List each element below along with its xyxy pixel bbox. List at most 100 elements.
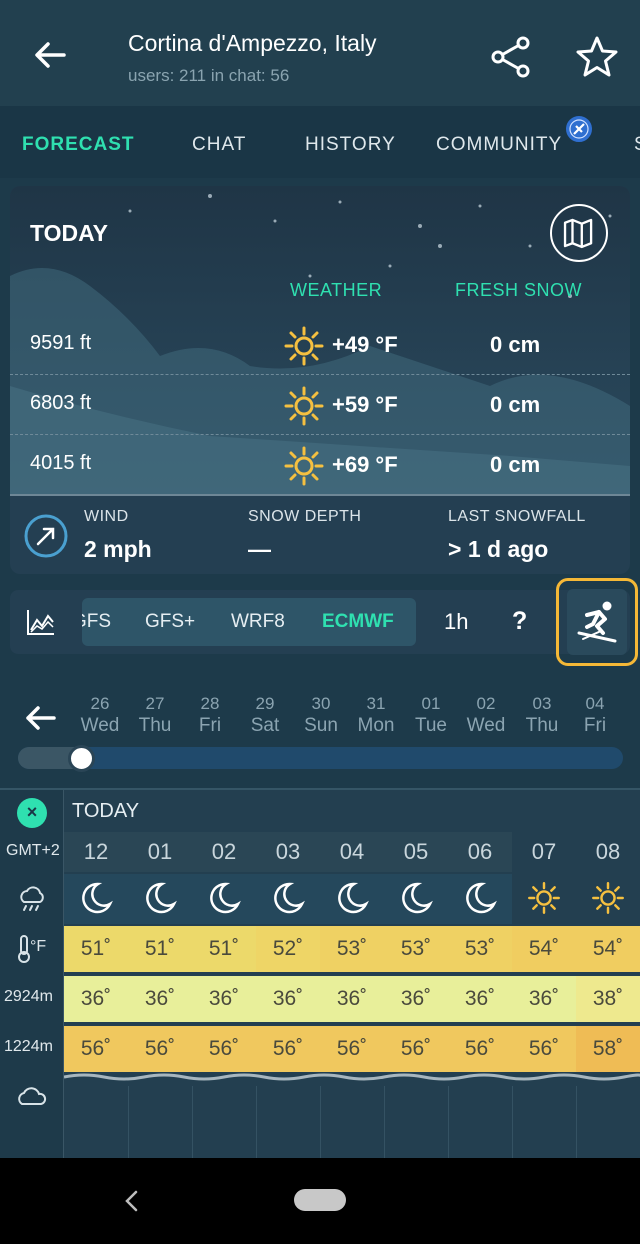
elevation-row: 9591 ft +49 °F 0 cm (10, 316, 630, 376)
elevation-row: 6803 ft +59 °F 0 cm (10, 376, 630, 436)
temperature-cell: 51˚ (192, 926, 256, 972)
grid-line (128, 1086, 129, 1160)
temperature-value: +49 °F (332, 332, 398, 357)
day-item[interactable]: 29 Sat (240, 694, 290, 737)
cloud-cover-strip (64, 1073, 640, 1081)
temperature-2924-cell: 36˚ (384, 976, 448, 1022)
hour-cell: 08 (576, 832, 640, 872)
day-item[interactable]: 04 Fri (570, 694, 620, 737)
hour-cell: 07 (512, 832, 576, 872)
table-today-label: TODAY (72, 800, 140, 822)
tab-forecast[interactable]: FORECAST (22, 134, 135, 156)
divider (10, 374, 630, 375)
wind-direction-icon (24, 514, 68, 558)
day-item[interactable]: 26 Wed (75, 694, 125, 737)
temperature-cell: 54˚ (576, 926, 640, 972)
model-wrf8[interactable]: WRF8 (231, 611, 285, 633)
system-home-pill[interactable] (294, 1189, 346, 1211)
tab-chat[interactable]: CHAT (192, 134, 246, 156)
altitude-2924-label: 2924m (4, 988, 53, 1005)
skier-icon (577, 601, 617, 643)
timeline-slider[interactable] (18, 745, 623, 772)
temperature-cell: 53˚ (384, 926, 448, 972)
today-label: TODAY (30, 220, 108, 246)
cloud-icon (18, 1087, 47, 1105)
temperature-1224-cell: 58˚ (576, 1026, 640, 1072)
moon-icon (402, 882, 433, 914)
temperature-value: +69 °F (332, 452, 398, 477)
grid-line (256, 1086, 257, 1160)
interval-button[interactable]: 1h (444, 609, 468, 635)
tab-next[interactable]: S (634, 134, 640, 156)
weather-cell (192, 874, 256, 924)
weather-cell (256, 874, 320, 924)
tab-history[interactable]: HISTORY (305, 134, 396, 156)
share-icon[interactable] (488, 34, 534, 80)
favorite-star-icon[interactable] (574, 34, 620, 80)
day-item[interactable]: 31 Mon (351, 694, 401, 737)
timeline-handle[interactable] (68, 745, 95, 772)
users-count: users: 211 in chat: 56 (128, 66, 290, 85)
model-ecmwf[interactable]: ECMWF (322, 611, 394, 633)
temperature-cell: 52˚ (256, 926, 320, 972)
tab-bar: FORECAST CHAT HISTORY COMMUNITY S (0, 106, 640, 178)
snow-depth-label: SNOW DEPTH (248, 508, 362, 525)
page-title: Cortina d'Ampezzo, Italy (128, 30, 377, 56)
divider (10, 434, 630, 435)
tab-community[interactable]: COMMUNITY (436, 134, 562, 156)
snow-depth-value: — (248, 536, 271, 562)
altitude-label: 6803 ft (30, 392, 92, 414)
grid-line (448, 1086, 449, 1160)
moon-icon (466, 882, 497, 914)
close-table-button[interactable]: × (17, 798, 47, 828)
last-snowfall-value: > 1 d ago (448, 536, 549, 562)
table-side-labels: × GMT+2 °F 2924m 1224m (0, 790, 64, 1160)
system-back-icon[interactable] (120, 1188, 144, 1214)
model-gfs[interactable]: GFS (82, 611, 111, 633)
day-item[interactable]: 02 Wed (461, 694, 511, 737)
temperature-1224-cell: 56˚ (128, 1026, 192, 1072)
temperature-2924-cell: 36˚ (256, 976, 320, 1022)
help-button[interactable]: ? (512, 607, 527, 636)
fresh-snow-value: 0 cm (490, 392, 541, 417)
hour-cell: 05 (384, 832, 448, 872)
temperature-1224-cell: 56˚ (320, 1026, 384, 1072)
hour-cell: 12 (64, 832, 128, 872)
day-item[interactable]: 28 Fri (185, 694, 235, 737)
app-header: Cortina d'Ampezzo, Italy users: 211 in c… (0, 0, 640, 106)
weather-column-header: WEATHER (290, 280, 383, 300)
elevation-row: 4015 ft +69 °F 0 cm (10, 436, 630, 496)
hour-cell: 03 (256, 832, 320, 872)
model-gfs-plus[interactable]: GFS+ (145, 611, 195, 633)
weather-type-icon (20, 886, 44, 911)
temperature-1224-cell: 56˚ (192, 1026, 256, 1072)
fresh-snow-value: 0 cm (490, 332, 541, 357)
system-navigation-bar (0, 1158, 640, 1244)
grid-line (320, 1086, 321, 1160)
back-arrow-icon[interactable] (28, 33, 72, 77)
card-divider (10, 494, 630, 496)
temperature-unit-label: °F (30, 938, 47, 955)
weather-cell (512, 874, 576, 924)
chart-icon[interactable] (26, 608, 56, 636)
day-item[interactable]: 03 Thu (517, 694, 567, 737)
altitude-label: 9591 ft (30, 332, 92, 354)
weather-cell (320, 874, 384, 924)
days-back-arrow-icon[interactable] (22, 700, 58, 736)
temperature-1224-cell: 56˚ (512, 1026, 576, 1072)
temperature-2924-cell: 36˚ (64, 976, 128, 1022)
model-selector-bar: GFS GFS+ WRF8 ECMWF 1h ? (10, 590, 630, 654)
temperature-1224-cell: 56˚ (384, 1026, 448, 1072)
day-item[interactable]: 01 Tue (406, 694, 456, 737)
hourly-forecast-table: × GMT+2 °F 2924m 1224m TODAY 12 01 02 03… (0, 788, 640, 1160)
map-button[interactable] (550, 204, 608, 262)
temperature-cell: 51˚ (128, 926, 192, 972)
ski-mode-button[interactable] (556, 578, 638, 666)
temperature-2924-cell: 36˚ (192, 976, 256, 1022)
hour-cell: 04 (320, 832, 384, 872)
day-item[interactable]: 30 Sun (296, 694, 346, 737)
sun-icon (284, 386, 324, 426)
wind-label: WIND (84, 508, 129, 525)
wind-value: 2 mph (84, 536, 152, 562)
day-item[interactable]: 27 Thu (130, 694, 180, 737)
